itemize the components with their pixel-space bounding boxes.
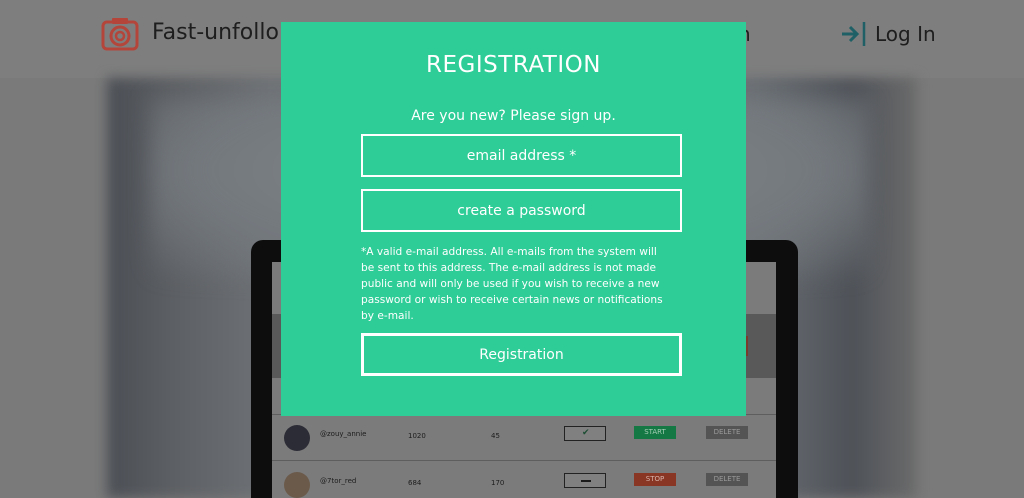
avatar: [284, 425, 310, 451]
row-status-toggle: [564, 473, 606, 488]
row-stat-1: 1020: [408, 432, 426, 440]
registration-modal: REGISTRATION Are you new? Please sign up…: [281, 22, 746, 416]
avatar: [284, 472, 310, 498]
row-status-toggle: ✔: [564, 426, 606, 441]
brand-name[interactable]: Fast-unfollo: [152, 20, 279, 45]
dash-icon: [581, 480, 591, 482]
stop-button: STOP: [634, 473, 676, 486]
row-username: @zouy_annie: [320, 430, 367, 438]
email-note: *A valid e-mail address. All e-mails fro…: [361, 246, 663, 322]
row-stat-2: 170: [491, 479, 505, 487]
modal-subtitle: Are you new? Please sign up.: [411, 108, 616, 124]
row-stat-2: 45: [491, 432, 500, 440]
modal-title: REGISTRATION: [426, 52, 601, 78]
sign-in-arrow-icon: [842, 22, 866, 46]
checkmark-icon: ✔: [582, 428, 590, 438]
table-row: @7tor_red 684 170 STOP DELETE: [272, 464, 776, 498]
login-label: Log In: [875, 22, 936, 46]
start-button: START: [634, 426, 676, 439]
delete-button: DELETE: [706, 426, 748, 439]
registration-button[interactable]: Registration: [361, 333, 682, 376]
table-row: @zouy_annie 1020 45 ✔ START DELETE: [272, 417, 776, 457]
email-field[interactable]: [361, 134, 682, 177]
row-stat-1: 684: [408, 479, 422, 487]
login-link[interactable]: Log In: [841, 21, 936, 47]
camera-icon[interactable]: [101, 17, 139, 51]
row-username: @7tor_red: [320, 477, 357, 485]
password-field[interactable]: [361, 189, 682, 232]
table-divider: [272, 460, 776, 461]
delete-button: DELETE: [706, 473, 748, 486]
